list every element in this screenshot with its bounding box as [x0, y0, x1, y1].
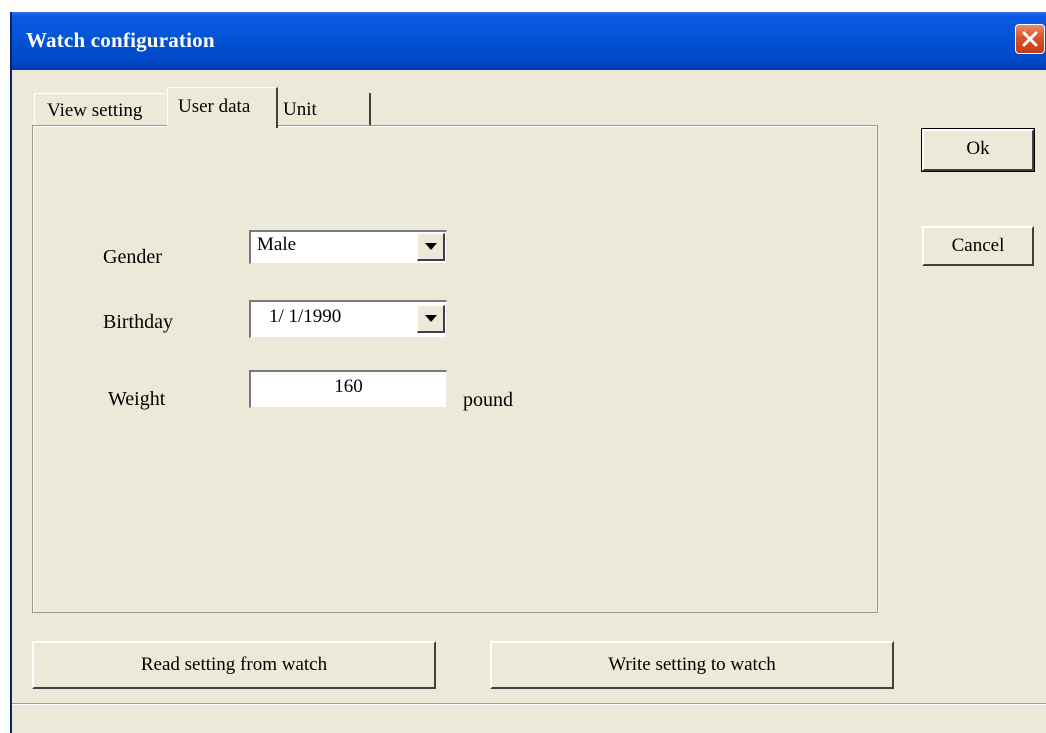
weight-unit-label: pound — [463, 389, 513, 411]
watch-configuration-dialog: Watch configuration View setting User da… — [10, 12, 1046, 733]
ok-button[interactable]: Ok — [921, 128, 1035, 172]
birthday-label: Birthday — [103, 311, 173, 333]
gender-label: Gender — [103, 246, 162, 268]
weight-input[interactable]: 160 — [249, 370, 447, 408]
weight-label: Weight — [108, 388, 166, 410]
tab-label: User data — [178, 96, 251, 117]
write-setting-button[interactable]: Write setting to watch — [490, 641, 894, 689]
read-setting-button[interactable]: Read setting from watch — [32, 641, 436, 689]
birthday-value: 1/ 1/1990 — [269, 306, 342, 327]
tab-strip: View setting User data Unit — [34, 85, 394, 128]
tab-label: View setting — [47, 100, 143, 121]
birthday-dropdown-button[interactable] — [417, 305, 445, 333]
birthday-picker[interactable]: 1/ 1/1990 — [249, 300, 447, 338]
gender-select[interactable]: Male — [249, 230, 447, 264]
cancel-button[interactable]: Cancel — [922, 226, 1034, 266]
weight-value: 160 — [334, 376, 363, 397]
gender-dropdown-button[interactable] — [417, 233, 445, 261]
close-button[interactable] — [1015, 24, 1045, 54]
user-data-panel: Gender Male Birthday 1/ 1/1990 Weight 16… — [32, 125, 878, 613]
tab-user-data[interactable]: User data — [167, 87, 278, 128]
status-bar — [12, 703, 1046, 733]
window-title: Watch configuration — [26, 28, 215, 52]
tab-label: Unit — [283, 99, 317, 120]
tab-unit[interactable]: Unit — [279, 93, 371, 126]
tab-view-setting[interactable]: View setting — [34, 93, 165, 127]
title-bar[interactable]: Watch configuration — [12, 12, 1046, 70]
gender-value: Male — [257, 234, 297, 255]
